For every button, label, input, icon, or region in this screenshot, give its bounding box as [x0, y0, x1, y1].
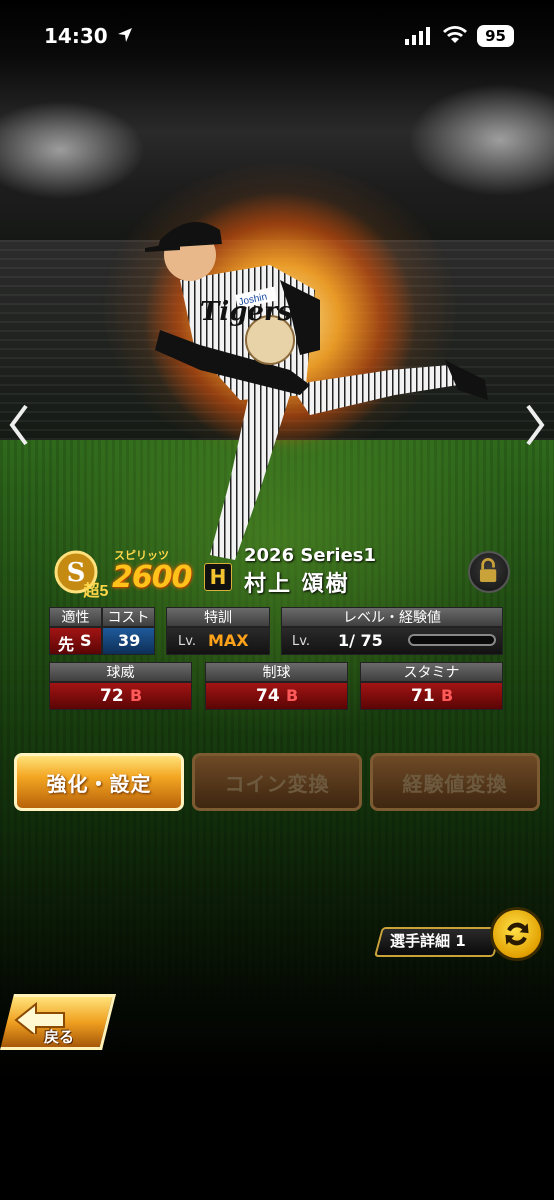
coin-convert-button[interactable]: コイン変換 — [192, 753, 362, 811]
level-value: 1/ 75 — [338, 631, 383, 650]
player-name: 村上 頌樹 — [244, 572, 350, 597]
refresh-icon — [505, 922, 529, 946]
aptitude-grade: S — [80, 631, 92, 650]
status-bar: 14:30 95 — [0, 0, 554, 70]
training-value: MAX — [208, 631, 249, 650]
exp-convert-button[interactable]: 経験値変換 — [370, 753, 540, 811]
padlock-icon — [479, 558, 497, 582]
back-label: 戻る — [44, 1028, 75, 1046]
cost-header: コスト — [102, 607, 155, 627]
level-lv-prefix: Lv. — [292, 634, 311, 649]
battery-indicator: 95 — [477, 25, 514, 47]
player-detail-label: 選手詳細 1 — [390, 932, 466, 950]
velocity-header: 球威 — [49, 662, 192, 682]
training-header: 特訓 — [166, 607, 270, 627]
swap-arrows-icon[interactable] — [490, 907, 544, 961]
cost-value: 39 — [118, 631, 141, 650]
location-arrow-icon — [118, 28, 132, 42]
aptitude-header: 適性 — [49, 607, 102, 627]
spirits-value: 2600 — [112, 560, 192, 595]
previous-card-arrow-icon[interactable] — [6, 400, 32, 450]
player-illustration: Joshin Tigers — [145, 222, 488, 560]
level-header: レベル・経験値 — [281, 607, 503, 627]
velocity-value: 72 — [100, 686, 124, 706]
svg-text:Tigers: Tigers — [200, 297, 293, 327]
stamina-value: 71 — [411, 686, 435, 706]
control-grade: B — [286, 686, 299, 705]
aptitude-value: 先 — [58, 635, 75, 654]
stamina-grade: B — [441, 686, 454, 705]
control-header: 制球 — [205, 662, 348, 682]
training-lv-prefix: Lv. — [178, 634, 197, 649]
rank-sub: 超5 — [83, 581, 109, 598]
rank-badge: S 超5 — [54, 550, 109, 598]
cellular-signal-icon — [405, 27, 430, 45]
wifi-icon — [443, 26, 467, 43]
velocity-grade: B — [130, 686, 143, 705]
control-value: 74 — [256, 686, 280, 706]
enhance-settings-button[interactable]: 強化・設定 — [14, 753, 184, 811]
experience-bar — [408, 634, 496, 646]
aptitude-box — [49, 627, 102, 655]
status-time: 14:30 — [44, 24, 108, 48]
lock-icon[interactable] — [468, 551, 510, 593]
next-card-arrow-icon[interactable] — [522, 400, 548, 450]
team-logo: H — [204, 563, 232, 591]
card-series: 2026 Series1 — [244, 545, 377, 566]
stamina-header: スタミナ — [360, 662, 503, 682]
